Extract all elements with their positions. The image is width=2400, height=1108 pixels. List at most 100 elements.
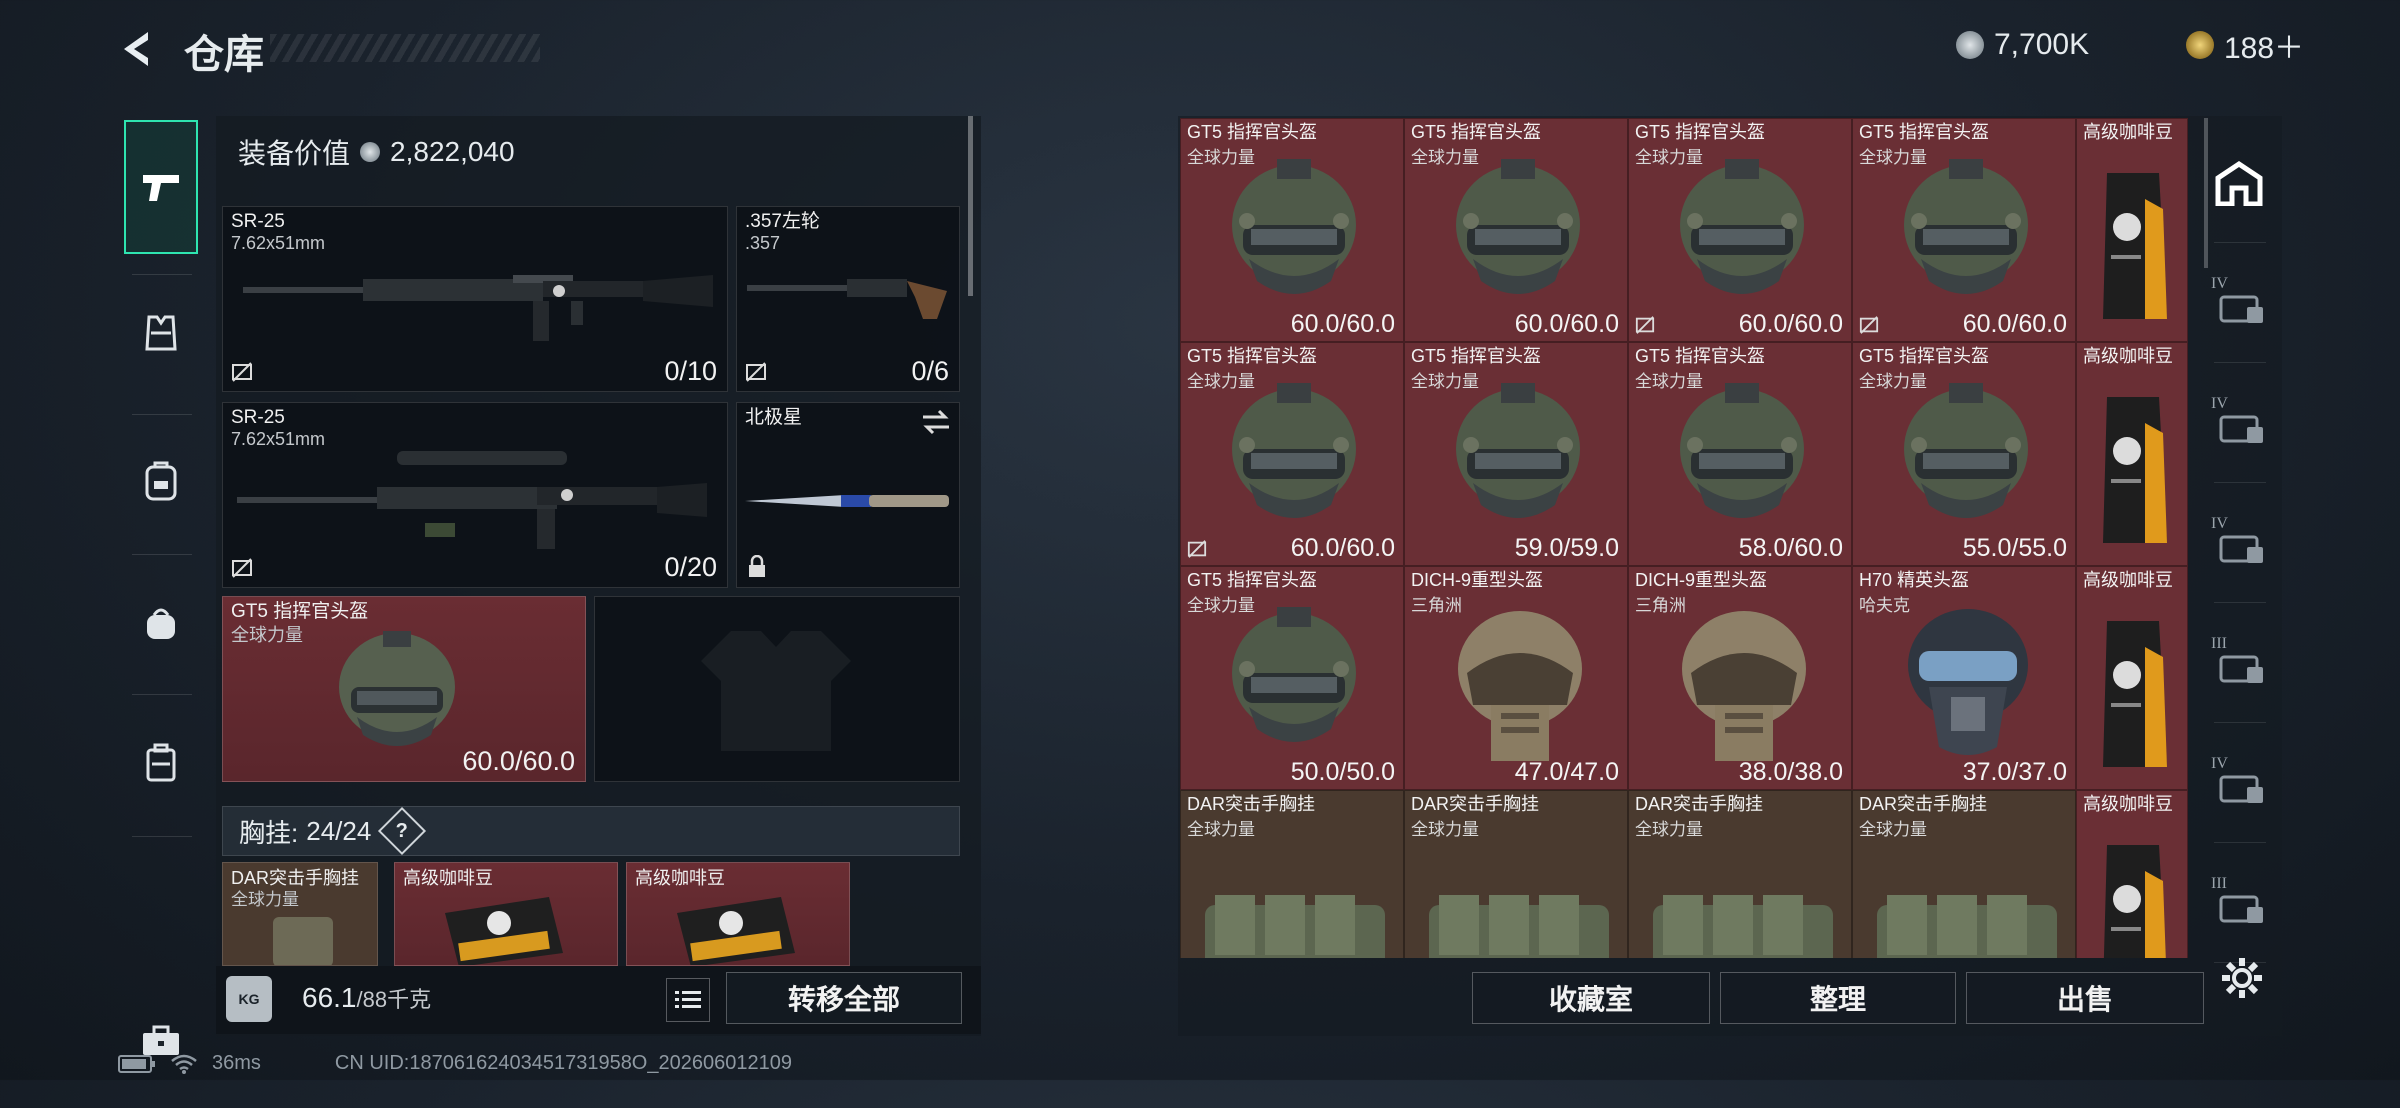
loadout-scrollbar[interactable] bbox=[968, 116, 973, 296]
storage-item[interactable]: GT5 指挥官头盔 全球力量 59.0/59.0 bbox=[1404, 342, 1628, 566]
rig-item-coffee-1[interactable]: 高级咖啡豆 bbox=[394, 862, 618, 966]
storage-item[interactable]: DAR突击手胸挂 全球力量 bbox=[1852, 790, 2076, 958]
case-icon bbox=[146, 743, 176, 782]
weapon-name: SR-25 bbox=[231, 407, 285, 428]
helmet-slot[interactable]: GT5 指挥官头盔 全球力量 60.0/60.0 bbox=[222, 596, 586, 782]
sort-button[interactable]: 整理 bbox=[1720, 972, 1956, 1024]
sidebar-bag[interactable] bbox=[124, 556, 198, 690]
item-durability: 60.0/60.0 bbox=[1514, 310, 1619, 338]
item-source: 全球力量 bbox=[1859, 372, 1927, 391]
tab-tier4-case[interactable]: IV bbox=[2204, 248, 2274, 358]
list-icon bbox=[675, 991, 701, 1008]
tab-tier3-card[interactable]: III bbox=[2204, 848, 2274, 958]
storage-item[interactable]: GT5 指挥官头盔 全球力量 60.0/60.0 bbox=[1180, 342, 1404, 566]
uid: CN UID:18706162403451731958O_20260601210… bbox=[334, 1052, 792, 1074]
sell-button[interactable]: 出售 bbox=[1966, 972, 2204, 1024]
storage-grid: GT5 指挥官头盔 全球力量 60.0/60.0 GT5 指挥官头盔 全球力量 60.0/… bbox=[1180, 118, 2190, 958]
rig-item-chest-rig[interactable]: DAR突击手胸挂 全球力量 bbox=[222, 862, 378, 966]
weight-kg-icon: KG bbox=[226, 976, 272, 1022]
storage-tabs: IV IV IV III IV III bbox=[2204, 118, 2274, 963]
tab-tier3-gun[interactable]: III bbox=[2204, 608, 2274, 718]
silver-coin-icon bbox=[1956, 31, 1984, 59]
storage-item[interactable]: 高级咖啡豆 bbox=[2076, 566, 2188, 790]
pistol-icon bbox=[143, 175, 179, 201]
item-image bbox=[1458, 611, 1582, 761]
tab-storage-home[interactable] bbox=[2204, 128, 2274, 238]
storage-item[interactable]: GT5 指挥官头盔 全球力量 60.0/60.0 bbox=[1404, 118, 1628, 342]
storage-item[interactable]: GT5 指挥官头盔 全球力量 55.0/55.0 bbox=[1852, 342, 2076, 566]
back-arrow-icon[interactable] bbox=[116, 28, 158, 70]
chest-rig-capacity: 24/24 bbox=[306, 815, 372, 846]
gold-coin-icon bbox=[2186, 31, 2214, 59]
item-name: GT5 指挥官头盔 bbox=[1187, 570, 1318, 590]
storage-item[interactable]: DICH-9重型头盔 三角洲 38.0/38.0 bbox=[1628, 566, 1852, 790]
backpack-icon bbox=[145, 461, 177, 501]
item-source: 三角洲 bbox=[1411, 596, 1462, 615]
swap-icon[interactable] bbox=[921, 409, 951, 435]
list-view-button[interactable] bbox=[666, 978, 710, 1022]
item-durability: 47.0/47.0 bbox=[1514, 758, 1619, 786]
item-image bbox=[1205, 895, 1385, 958]
item-durability: 38.0/38.0 bbox=[1738, 758, 1843, 786]
currency-gold[interactable]: 188＋ bbox=[2186, 24, 2304, 66]
tab-tier4-camera[interactable]: IV bbox=[2204, 488, 2274, 598]
currency-silver[interactable]: 7,700K bbox=[1956, 24, 2089, 66]
coffee-bag-image bbox=[445, 897, 563, 965]
storage-item[interactable]: 高级咖啡豆 bbox=[2076, 342, 2188, 566]
pistol-slot[interactable]: .357左轮 .357 0/6 bbox=[736, 206, 960, 392]
tab-tier4-folder[interactable]: IV bbox=[2204, 368, 2274, 478]
item-name: GT5 指挥官头盔 bbox=[1411, 122, 1542, 142]
sidebar-backpack[interactable] bbox=[124, 414, 198, 548]
storage-item[interactable]: DAR突击手胸挂 全球力量 bbox=[1628, 790, 1852, 958]
rig-item-coffee-2[interactable]: 高级咖啡豆 bbox=[626, 862, 850, 966]
storage-item[interactable]: 高级咖啡豆 bbox=[2076, 118, 2188, 342]
no-durability-icon bbox=[746, 362, 766, 382]
chest-rig-bar: 胸挂: 24/24 ? bbox=[222, 806, 960, 856]
tabs-scrollbar[interactable] bbox=[2204, 118, 2208, 268]
carry-weight: 66.1/88千克 bbox=[302, 982, 431, 1014]
sidebar-weapons[interactable] bbox=[124, 120, 198, 254]
equip-value-amount: 2,822,040 bbox=[390, 136, 515, 167]
item-durability: 60.0/60.0 bbox=[1290, 534, 1395, 562]
storage-item[interactable]: GT5 指挥官头盔 全球力量 50.0/50.0 bbox=[1180, 566, 1404, 790]
helmet-source: 全球力量 bbox=[231, 625, 303, 645]
storage-item[interactable]: GT5 指挥官头盔 全球力量 58.0/60.0 bbox=[1628, 342, 1852, 566]
storage-item[interactable]: H70 精英头盔 哈夫克 37.0/37.0 bbox=[1852, 566, 2076, 790]
storage-item[interactable]: GT5 指挥官头盔 全球力量 60.0/60.0 bbox=[1180, 118, 1404, 342]
storage-item[interactable]: GT5 指挥官头盔 全球力量 60.0/60.0 bbox=[1628, 118, 1852, 342]
tab-tier4-warning[interactable]: IV bbox=[2204, 728, 2274, 838]
item-name: GT5 指挥官头盔 bbox=[1859, 346, 1990, 366]
sidebar-vest[interactable] bbox=[124, 266, 198, 400]
storage-item[interactable]: DAR突击手胸挂 全球力量 bbox=[1180, 790, 1404, 958]
transfer-all-button[interactable]: 转移全部 bbox=[726, 972, 962, 1024]
equip-value: 装备价值 2,822,040 bbox=[238, 132, 515, 172]
secondary-weapon-slot[interactable]: SR-25 7.62x51mm 0/20 bbox=[222, 402, 728, 588]
sidebar-toolbox[interactable] bbox=[124, 974, 198, 1108]
carry-weight-value: 66.1 bbox=[302, 982, 357, 1013]
storage-item[interactable]: 高级咖啡豆 bbox=[2076, 790, 2188, 958]
gt5-helmet-image bbox=[339, 631, 455, 746]
item-durability: 60.0/60.0 bbox=[1738, 310, 1843, 338]
storage-item[interactable]: GT5 指挥官头盔 全球力量 60.0/60.0 bbox=[1852, 118, 2076, 342]
item-name: GT5 指挥官头盔 bbox=[1187, 346, 1318, 366]
item-source: 全球力量 bbox=[1187, 372, 1255, 391]
status-bar: 36ms CN UID:18706162403451731958O_202606… bbox=[118, 1052, 792, 1075]
tier4-case-icon: IV bbox=[2211, 275, 2267, 331]
armor-slot-empty[interactable] bbox=[594, 596, 960, 782]
sidebar-case[interactable] bbox=[124, 696, 198, 830]
chest-rig-image bbox=[273, 917, 333, 965]
settings-gear-icon[interactable] bbox=[2220, 956, 2264, 1000]
help-icon[interactable]: ? bbox=[378, 806, 427, 856]
primary-weapon-slot[interactable]: SR-25 7.62x51mm 0/10 bbox=[222, 206, 728, 392]
item-name: DICH-9重型头盔 bbox=[1635, 570, 1768, 590]
item-name: GT5 指挥官头盔 bbox=[1859, 122, 1990, 142]
collection-room-button[interactable]: 收藏室 bbox=[1472, 972, 1710, 1024]
storage-item[interactable]: DAR突击手胸挂 全球力量 bbox=[1404, 790, 1628, 958]
weapon-caliber: .357 bbox=[745, 233, 781, 253]
melee-slot[interactable]: 北极星 bbox=[736, 402, 960, 588]
tier4-folder-icon: IV bbox=[2211, 395, 2267, 451]
bag-icon bbox=[147, 608, 175, 639]
storage-item[interactable]: DICH-9重型头盔 三角洲 47.0/47.0 bbox=[1404, 566, 1628, 790]
weapon-caliber: 7.62x51mm bbox=[231, 233, 326, 253]
melee-name: 北极星 bbox=[745, 407, 803, 428]
